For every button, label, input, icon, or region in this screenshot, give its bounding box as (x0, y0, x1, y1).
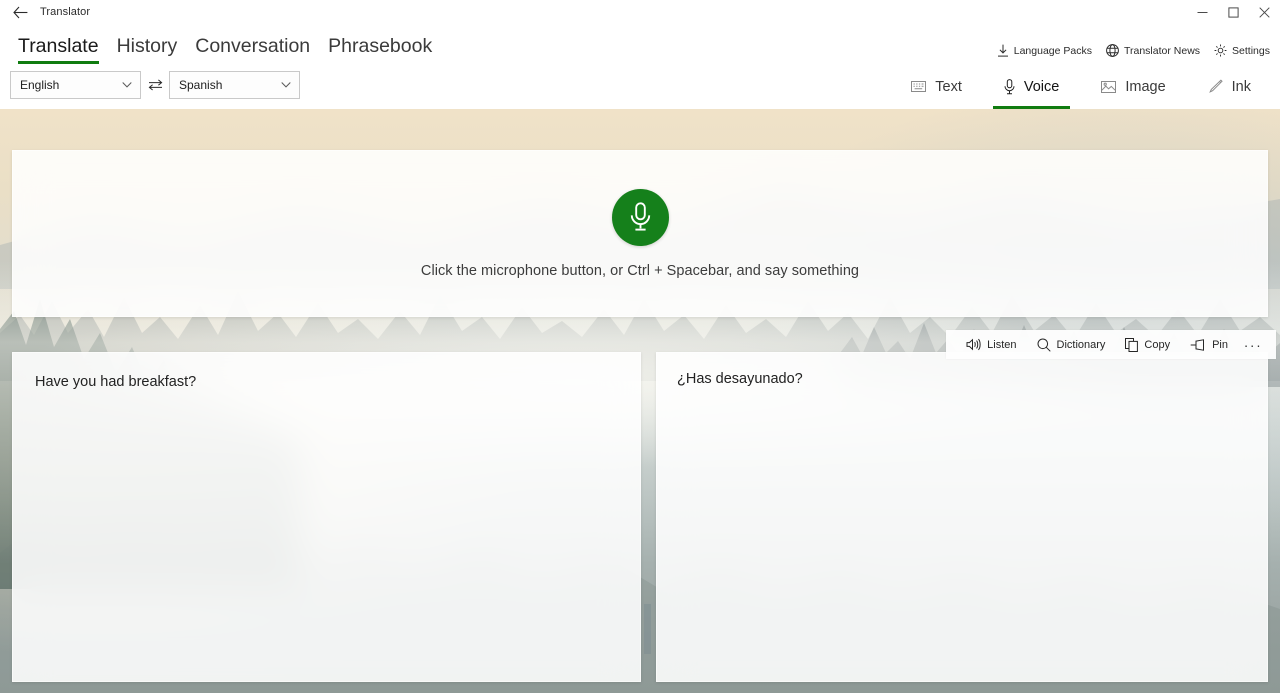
copy-button[interactable]: Copy (1115, 330, 1180, 359)
dictionary-button[interactable]: Dictionary (1027, 330, 1116, 359)
microphone-button[interactable] (611, 188, 669, 246)
mode-tab-text-label: Text (935, 78, 962, 95)
minimize-icon (1197, 7, 1208, 18)
maximize-button[interactable] (1218, 0, 1249, 24)
swap-arrows-icon (148, 79, 163, 91)
mode-tab-voice-label: Voice (1023, 78, 1060, 95)
download-icon (997, 44, 1009, 57)
window-controls (1187, 0, 1280, 24)
nav-tab-history[interactable]: History (108, 34, 187, 65)
source-text-card[interactable]: Have you had breakfast? (12, 352, 641, 682)
chevron-down-icon (122, 82, 132, 89)
language-packs-button[interactable]: Language Packs (997, 44, 1092, 57)
keyboard-icon (911, 81, 927, 92)
input-mode-tabs: Text Voice Image Ink (890, 64, 1272, 109)
globe-icon (1106, 44, 1119, 57)
pin-icon (1190, 338, 1206, 351)
result-toolbar: Listen Dictionary Copy Pin ··· (946, 330, 1276, 359)
voice-input-panel: Click the microphone button, or Ctrl + S… (12, 150, 1268, 317)
pen-icon (1208, 79, 1223, 94)
background-photo-area: Click the microphone button, or Ctrl + S… (0, 109, 1280, 693)
speaker-icon (966, 338, 981, 351)
translator-news-label: Translator News (1123, 44, 1201, 57)
copy-icon (1125, 337, 1139, 352)
chevron-down-icon (281, 82, 291, 89)
nav-tab-translate-label: Translate (18, 34, 99, 57)
window-title: Translator (40, 6, 91, 18)
close-icon (1259, 6, 1270, 18)
nav-tab-conversation[interactable]: Conversation (186, 34, 319, 65)
nav-tab-phrasebook-label: Phrasebook (328, 34, 433, 57)
nav-tab-phrasebook[interactable]: Phrasebook (319, 34, 441, 65)
translator-window: Translator Translate History Conversatio… (0, 0, 1280, 693)
language-and-mode-bar: English Spanish Text Voice Image Ink (0, 64, 1280, 109)
settings-label: Settings (1232, 44, 1270, 57)
back-button[interactable] (0, 0, 40, 24)
microphone-icon (1004, 78, 1015, 95)
pin-button[interactable]: Pin (1180, 330, 1238, 359)
maximize-icon (1228, 6, 1239, 18)
voice-hint-text: Click the microphone button, or Ctrl + S… (420, 262, 860, 279)
close-button[interactable] (1249, 0, 1280, 24)
source-card-scrollbar[interactable] (644, 604, 651, 654)
mode-tab-ink-label: Ink (1231, 78, 1251, 95)
target-language-select[interactable]: Spanish (169, 71, 300, 99)
minimize-button[interactable] (1187, 0, 1218, 24)
mode-tab-image[interactable]: Image (1080, 64, 1186, 109)
source-text: Have you had breakfast? (35, 374, 197, 390)
pin-label: Pin (1212, 338, 1228, 351)
target-text: ¿Has desayunado? (677, 371, 803, 387)
back-arrow-icon (12, 6, 28, 19)
nav-tab-list: Translate History Conversation Phraseboo… (0, 34, 441, 65)
settings-button[interactable]: Settings (1214, 44, 1270, 57)
language-selector-group: English Spanish (10, 71, 300, 99)
translator-news-button[interactable]: Translator News (1106, 44, 1200, 57)
listen-label: Listen (987, 338, 1017, 351)
mode-tab-text[interactable]: Text (890, 64, 983, 109)
language-packs-label: Language Packs (1013, 44, 1092, 57)
dictionary-label: Dictionary (1056, 338, 1106, 351)
mode-tab-ink[interactable]: Ink (1187, 64, 1272, 109)
target-language-value: Spanish (179, 78, 223, 92)
nav-tab-history-label: History (116, 34, 178, 57)
nav-tab-conversation-label: Conversation (195, 34, 311, 57)
picture-icon (1101, 80, 1117, 93)
mode-tab-voice[interactable]: Voice (983, 64, 1080, 109)
copy-label: Copy (1144, 338, 1171, 351)
target-text-card[interactable]: ¿Has desayunado? (656, 352, 1268, 682)
mode-tab-image-label: Image (1125, 78, 1166, 95)
primary-nav: Translate History Conversation Phraseboo… (0, 24, 1280, 64)
nav-actions: Language Packs Translator News Settings (997, 44, 1270, 57)
listen-button[interactable]: Listen (956, 330, 1026, 359)
nav-tab-translate[interactable]: Translate (9, 34, 108, 65)
source-language-value: English (20, 78, 60, 92)
source-language-select[interactable]: English (10, 71, 141, 99)
title-bar: Translator (0, 0, 1280, 24)
swap-languages-button[interactable] (141, 71, 169, 99)
microphone-icon (630, 202, 651, 232)
search-icon (1037, 338, 1051, 352)
more-options-button[interactable]: ··· (1238, 330, 1268, 359)
gear-icon (1214, 44, 1227, 57)
